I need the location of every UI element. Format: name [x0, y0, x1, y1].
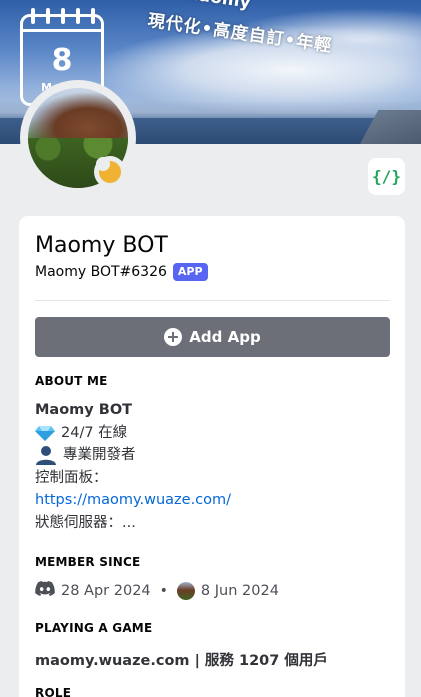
- gem-icon: [35, 425, 55, 441]
- slash-commands-icon[interactable]: {/}: [368, 158, 405, 195]
- person-icon: [35, 445, 57, 466]
- username-row: Maomy BOT#6326 APP: [35, 263, 208, 281]
- dashboard-link[interactable]: https://maomy.wuaze.com/: [35, 489, 231, 512]
- server-join-date: 8 Jun 2024: [200, 582, 279, 599]
- about-line-status-server: 狀態伺服器：...: [35, 514, 136, 531]
- activity-text: maomy.wuaze.com | 服務 1207 個用戶: [35, 653, 328, 669]
- username: Maomy BOT#6326: [35, 264, 167, 280]
- banner-slogan: 現代化•高度自訂•年輕: [146, 10, 334, 57]
- discord-icon: [35, 581, 55, 600]
- about-me-text: Maomy BOT 24/7 在線 專業開發者 控制面板： https://ma…: [35, 399, 231, 534]
- add-app-label: Add App: [189, 328, 261, 346]
- discord-join-date: 28 Apr 2024: [61, 582, 151, 599]
- member-since-heading: MEMBER SINCE: [35, 555, 141, 569]
- banner-brand-text: Maomy: [181, 0, 252, 13]
- playing-heading: PLAYING A GAME: [35, 621, 153, 635]
- idle-status-icon: [94, 156, 126, 188]
- about-line-uptime: 24/7 在線: [61, 424, 128, 441]
- app-badge: APP: [172, 263, 208, 281]
- date-separator: •: [159, 582, 168, 599]
- display-name: Maomy BOT: [35, 233, 168, 258]
- add-app-button[interactable]: Add App: [35, 317, 390, 357]
- server-icon: [176, 581, 195, 600]
- about-line-developer: 專業開發者: [63, 447, 136, 463]
- role-heading: ROLE: [35, 686, 72, 697]
- about-title: Maomy BOT: [35, 402, 133, 418]
- about-line-dashboard: 控制面板：: [35, 469, 108, 486]
- profile-card: Maomy BOT Maomy BOT#6326 APP Add App ABO…: [19, 216, 405, 697]
- divider: [35, 300, 390, 301]
- plus-circle-icon: [164, 328, 183, 346]
- calendar-day: 8: [51, 43, 73, 78]
- member-since-row: 28 Apr 2024 • 8 Jun 2024: [35, 581, 279, 600]
- about-me-heading: ABOUT ME: [35, 374, 108, 388]
